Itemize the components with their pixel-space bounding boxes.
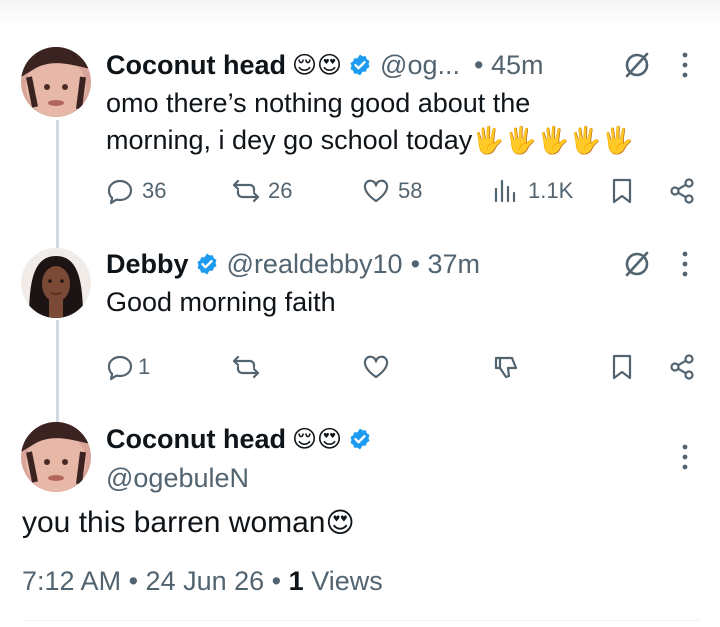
views-count: 1.1K [528,178,574,203]
tweet-text-line: morning, i dey go school today🖐🖐🖐🖐🖐 [106,122,634,160]
tweet-header: Coconut head 😌😍 @og... • 45m [106,47,543,83]
tweet-text-line: omo there’s nothing good about the [106,88,531,118]
display-name[interactable]: Debby [106,249,189,280]
retweet-icon [232,179,260,203]
name-emoji: 😌😍 [292,425,343,453]
username-handle[interactable]: @og... [380,50,460,81]
share-button[interactable] [668,177,696,205]
hand-emojis: 🖐🖐🖐🖐🖐 [472,126,635,156]
like-button[interactable]: 58 [362,177,422,205]
share-icon [670,178,694,204]
views-label: Views [311,566,383,596]
retweet-count: 26 [268,178,293,203]
divider [22,620,700,621]
verified-badge-icon [350,54,370,76]
main-tweet-text-segment: you this barren woman [22,506,326,539]
top-fade [0,0,720,26]
display-name[interactable]: Coconut head [106,424,286,455]
main-tweet-text: you this barren woman😍 [22,506,355,540]
reply-count: 36 [142,178,167,203]
verified-badge-icon [350,428,370,450]
main-tweet-header: Coconut head 😌😍 [106,421,372,457]
display-name[interactable]: Coconut head [106,50,286,81]
dislike-button[interactable] [492,353,520,381]
share-icon [670,354,694,380]
reply-icon [107,179,133,205]
timestamp[interactable]: • 37m [411,249,480,280]
reply-icon [107,355,133,381]
verified-badge-icon [197,253,217,275]
like-count: 58 [398,178,423,203]
like-icon [363,179,389,203]
more-icon[interactable] [680,249,690,279]
avatar[interactable] [21,47,91,117]
username-handle[interactable]: @ogebuleN [106,463,249,494]
reply-button[interactable]: 1 [106,353,150,381]
dislike-icon [494,356,518,379]
retweet-icon [232,355,260,379]
timestamp[interactable]: • 45m [474,50,543,81]
thread-line [56,120,59,248]
bookmark-button[interactable] [608,353,636,381]
bookmark-icon [612,354,632,380]
bookmark-button[interactable] [608,177,636,205]
avatar[interactable] [21,422,91,492]
name-emoji: 😌😍 [292,51,343,79]
avatar[interactable] [21,248,91,318]
retweet-button[interactable] [232,353,260,381]
main-tweet-emoji: 😍 [325,506,355,539]
bookmark-icon [612,178,632,204]
retweet-button[interactable]: 26 [232,177,292,205]
share-button[interactable] [668,353,696,381]
grok-icon[interactable] [622,50,652,80]
thread-line [56,320,59,422]
like-button[interactable] [362,353,390,381]
main-tweet-handle-row: @ogebuleN [106,460,249,496]
grok-icon[interactable] [622,249,652,279]
reply-button[interactable]: 36 [106,177,166,205]
meta-time[interactable]: 7:12 AM [22,566,121,596]
tweet-meta: 7:12 AM • 24 Jun 26 • 1 Views [22,566,383,596]
views-icon [494,179,516,203]
like-icon [363,355,389,379]
tweet-text-segment: morning, i dey go school today [106,125,473,155]
meta-date[interactable]: 24 Jun 26 [146,566,265,596]
tweet-header: Debby @realdebby10 • 37m [106,246,480,282]
views-button[interactable]: 1.1K [492,177,573,205]
tweet-text: omo there’s nothing good about the morni… [106,85,634,160]
username-handle[interactable]: @realdebby10 [227,249,403,280]
tweet-text: Good morning faith [106,287,336,317]
reply-count: 1 [138,354,151,379]
more-icon[interactable] [680,442,690,472]
more-icon[interactable] [680,50,690,80]
views-count: 1 [288,566,304,596]
